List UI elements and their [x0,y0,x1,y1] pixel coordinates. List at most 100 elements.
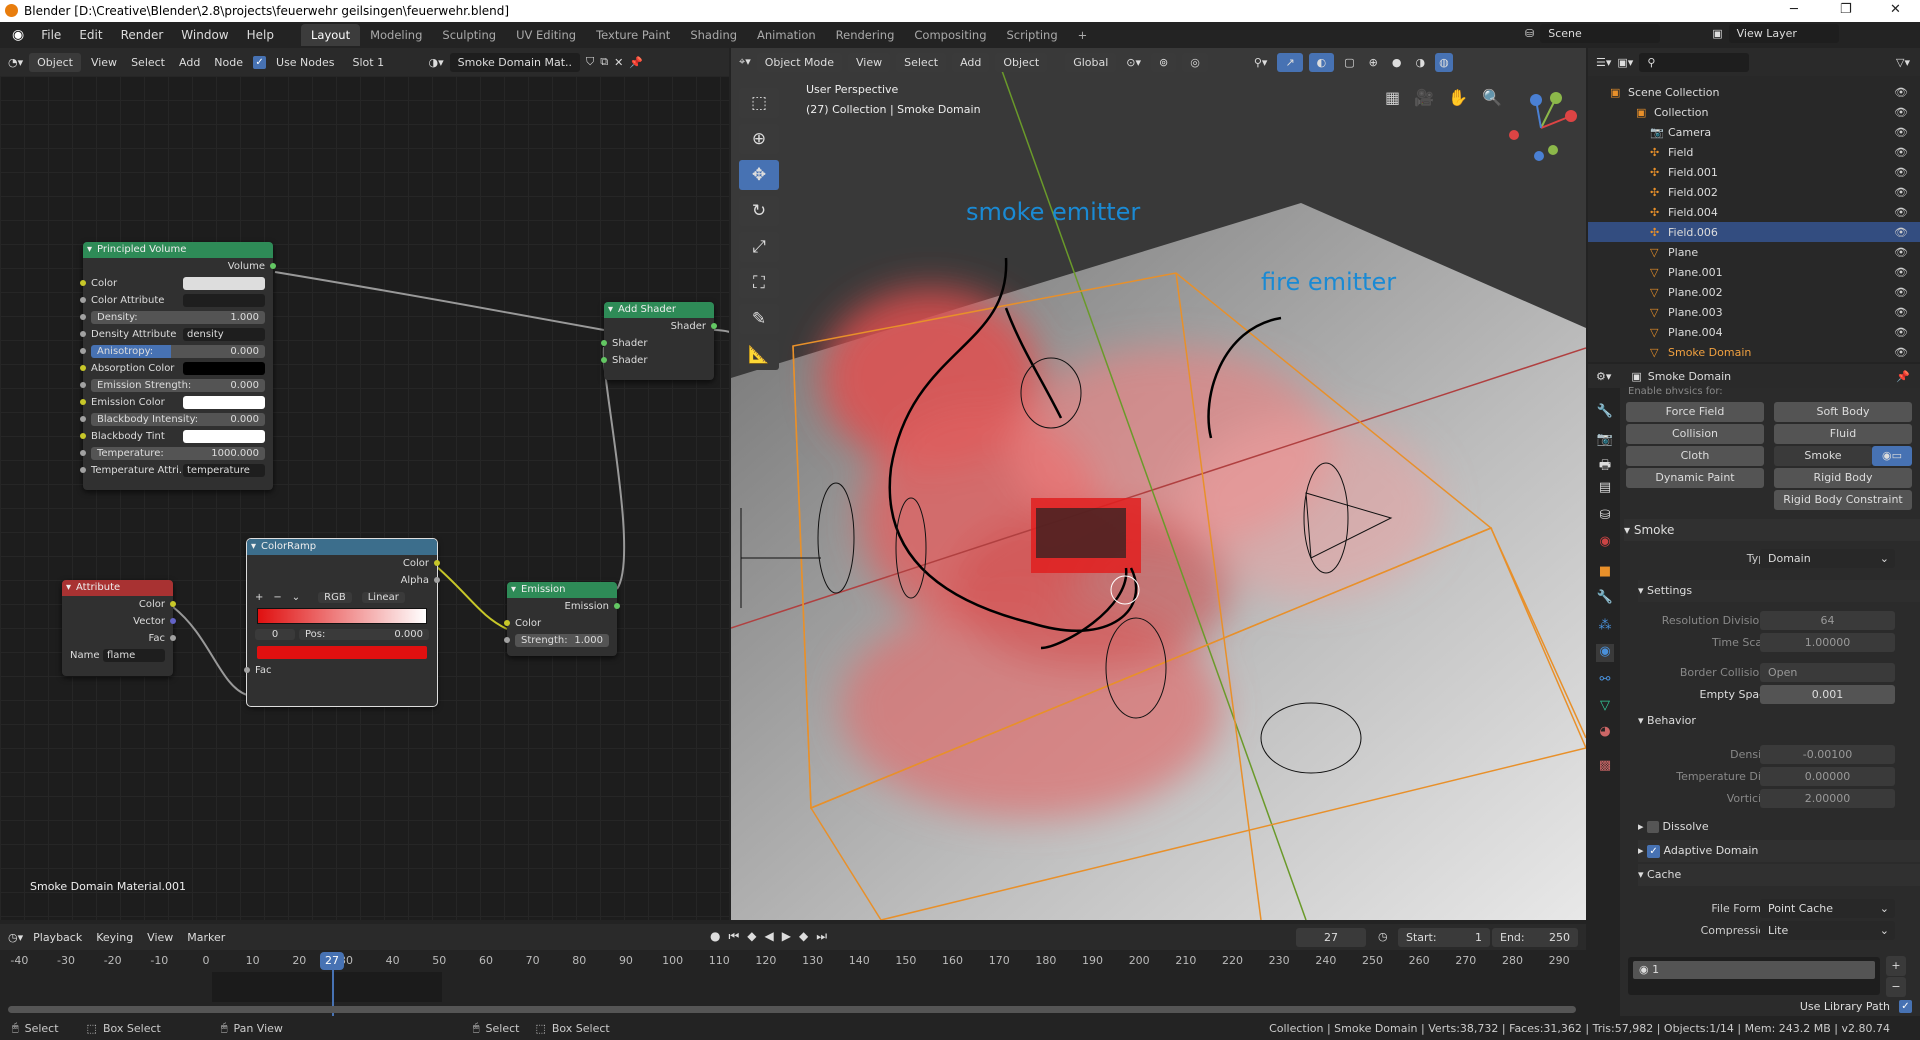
tab-rendering[interactable]: Rendering [826,24,905,46]
outliner-item-plane-004[interactable]: ▽ Plane.004 👁 [1588,322,1920,342]
overlay-toggle-icon[interactable]: ◐ [1308,52,1335,72]
color-ramp-gradient[interactable] [257,608,427,624]
playhead[interactable]: 27 [319,952,344,970]
node-title[interactable]: Add Shader [604,302,714,318]
eye-icon[interactable]: 👁 [1894,106,1908,119]
3d-viewport[interactable]: User Perspective (27) Collection | Smoke… [731,48,1586,920]
start-frame-field[interactable]: Start: 1 [1398,928,1490,947]
duplicate-icon[interactable]: ⧉ [600,55,608,69]
world-tab-icon[interactable]: ◉ [1596,534,1614,552]
solid-shading-icon[interactable]: ● [1388,56,1406,69]
output-socket[interactable] [434,560,440,566]
editor-type-icon[interactable]: ◔▾ [8,56,23,69]
preview-range-icon[interactable]: ◷ [1378,930,1388,943]
xray-icon[interactable]: ▢ [1340,56,1358,69]
rigid-body-button[interactable]: Rigid Body [1774,468,1912,488]
input-socket[interactable] [80,280,86,286]
empty-space-field[interactable]: 0.001 [1760,685,1895,704]
texture-tab-icon[interactable]: ▩ [1596,758,1614,776]
input-socket[interactable] [80,467,86,473]
use-library-path-checkbox[interactable]: ✓ [1899,1000,1912,1013]
add-stop-button[interactable]: + [255,592,263,603]
play-reverse-icon[interactable]: ◀ [765,929,774,944]
zoom-icon[interactable]: 🔍 [1482,88,1502,107]
menu-edit[interactable]: Edit [70,28,111,42]
emission-node[interactable]: Emission Emission Color Strength:1.000 [504,582,620,656]
material-shading-icon[interactable]: ◑ [1412,56,1430,69]
eye-icon[interactable]: 👁 [1894,166,1908,179]
color-mode-dropdown[interactable]: RGB [318,592,352,603]
file-format-dropdown[interactable]: Point Cache ⌄ [1760,899,1895,918]
filter-icon[interactable]: ▽▾ [1896,56,1920,69]
remove-stop-button[interactable]: − [273,592,281,603]
editor-type-icon[interactable]: ◷▾ [8,931,23,944]
blackbody-tint-swatch[interactable] [183,430,265,443]
particles-tab-icon[interactable]: ⁂ [1596,618,1614,636]
tab-uv-editing[interactable]: UV Editing [506,24,586,46]
density-field[interactable]: -0.00100 [1760,745,1895,764]
blender-menu-icon[interactable]: ◉ [0,27,32,43]
menu-help[interactable]: Help [238,28,283,42]
current-frame-field[interactable]: 27 [1296,928,1366,947]
menu-add[interactable]: Add [952,52,990,72]
attribute-name-field[interactable]: flame [103,649,165,662]
object-tab-icon[interactable]: ■ [1596,564,1614,582]
cache-list-item[interactable]: ◉ 1 [1633,961,1875,979]
eye-icon[interactable]: 👁 [1894,326,1908,339]
interpolation-dropdown[interactable]: Linear [361,592,405,603]
behavior-subpanel-header[interactable]: ▾ Behavior [1638,710,1920,732]
soft-body-button[interactable]: Soft Body [1774,402,1912,422]
maximize-button[interactable]: ❐ [1840,2,1852,17]
smoke-remove-button[interactable]: Smoke [1774,446,1872,466]
density-slider[interactable]: Density: 1.000 [91,311,265,324]
eye-icon[interactable]: 👁 [1894,346,1908,359]
cursor-tool-icon[interactable]: ⊕ [739,124,779,154]
remove-cache-button[interactable]: − [1886,977,1906,997]
orientation-dropdown[interactable]: Global [1065,52,1117,72]
vorticity-field[interactable]: 2.00000 [1760,789,1895,808]
input-socket[interactable] [80,331,86,337]
color-attr-field[interactable] [183,294,265,307]
node-editor[interactable]: Principled Volume Volume Color Color Att… [0,76,729,920]
dissolve-checkbox[interactable] [1647,821,1660,833]
eye-icon[interactable]: 👁 [1894,126,1908,139]
editor-type-icon[interactable]: ☰▾ [1596,56,1611,69]
color-swatch[interactable] [183,277,265,290]
outliner-item-field-004[interactable]: ✣ Field.004 👁 [1588,202,1920,222]
outliner-item-smoke-domain[interactable]: ▽ Smoke Domain 👁 [1588,342,1920,362]
cache-subpanel-header[interactable]: ▾ Cache [1638,864,1920,886]
constraints-tab-icon[interactable]: ⚯ [1596,672,1614,690]
modifier-tab-icon[interactable]: 🔧 [1596,590,1614,608]
tab-modeling[interactable]: Modeling [360,24,432,46]
output-socket[interactable] [434,577,440,583]
fluid-button[interactable]: Fluid [1774,424,1912,444]
output-socket[interactable] [270,263,276,269]
output-socket[interactable] [711,323,717,329]
eye-icon[interactable]: 👁 [1894,86,1908,99]
add-shader-node[interactable]: Add Shader Shader Shader Shader [601,302,717,380]
wireframe-shading-icon[interactable]: ⊕ [1365,56,1382,69]
close-button[interactable]: ✕ [1890,2,1901,17]
output-socket[interactable] [170,635,176,641]
outliner-scene-collection[interactable]: ▣ Scene Collection 👁 [1588,82,1920,102]
tab-texture-paint[interactable]: Texture Paint [586,24,680,46]
record-icon[interactable]: ● [710,929,720,944]
temperature-slider[interactable]: Temperature: 1000.000 [91,447,265,460]
resolution-field[interactable]: 64 [1760,611,1895,630]
view-layer-tab-icon[interactable]: ▤ [1596,480,1614,498]
node-title[interactable]: Emission [507,582,617,598]
emission-color-swatch[interactable] [183,396,265,409]
grid-view-icon[interactable]: ▦ [1385,88,1400,107]
input-socket[interactable] [80,297,86,303]
editor-type-icon[interactable]: ⚙▾ [1596,370,1611,383]
outliner-item-collection[interactable]: ▣ Collection 👁 [1588,102,1920,122]
input-socket[interactable] [80,433,86,439]
unlink-icon[interactable]: ✕ [614,56,623,69]
pivot-icon[interactable]: ⊙▾ [1122,56,1145,69]
tab-sculpting[interactable]: Sculpting [432,24,506,46]
move-tool-icon[interactable]: ✥ [739,160,779,190]
jump-end-icon[interactable]: ⏭ [816,929,827,944]
transform-tool-icon[interactable]: ⛶ [739,268,779,298]
camera-view-icon[interactable]: 🎥 [1414,88,1434,107]
menu-add[interactable]: Add [175,56,204,69]
